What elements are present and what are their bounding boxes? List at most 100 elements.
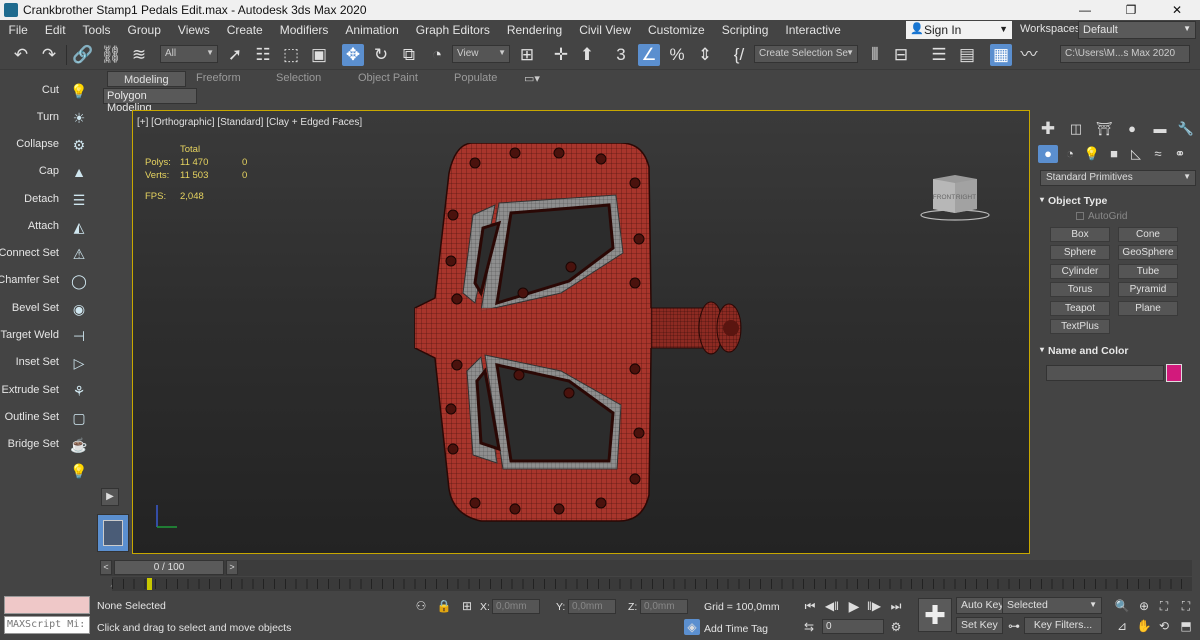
viewport-label[interactable]: [+] [Orthographic] [Standard] [Clay + Ed… bbox=[137, 117, 362, 128]
mirror-icon[interactable]: ⫴ bbox=[864, 44, 886, 66]
curve-editor-icon[interactable]: 〰 bbox=[1018, 44, 1040, 66]
object-name-input[interactable] bbox=[1046, 365, 1164, 381]
view-cube-right[interactable]: RIGHT bbox=[956, 194, 976, 201]
tool-cut[interactable]: Cut 💡 bbox=[0, 80, 93, 102]
undo-icon[interactable]: ↶ bbox=[10, 44, 32, 66]
x-coordinate-input[interactable]: 0,0mm bbox=[492, 599, 540, 614]
zoom-extents-icon[interactable]: ⛶ bbox=[1156, 598, 1172, 614]
tool-collapse[interactable]: Collapse ⚙ bbox=[0, 134, 93, 156]
spinner-snap-icon[interactable]: ⇕ bbox=[694, 44, 716, 66]
selection-filter-dropdown[interactable]: All ▼ bbox=[160, 45, 218, 63]
torus-button[interactable]: Torus bbox=[1050, 282, 1110, 297]
tool-turn[interactable]: Turn ☀ bbox=[0, 107, 93, 129]
play-icon[interactable]: ▶ bbox=[846, 598, 862, 614]
menu-graph-editors[interactable]: Graph Editors bbox=[407, 23, 498, 37]
add-time-tag-icon[interactable]: ◈ bbox=[684, 619, 700, 635]
menu-animation[interactable]: Animation bbox=[337, 23, 407, 37]
zoom-all-icon[interactable]: ⊕ bbox=[1136, 598, 1152, 614]
object-color-swatch[interactable] bbox=[1166, 364, 1182, 382]
sphere-button[interactable]: Sphere bbox=[1050, 245, 1110, 260]
key-mode-dropdown[interactable]: Selected ▼ bbox=[1002, 597, 1102, 614]
menu-tools[interactable]: Tools bbox=[74, 23, 119, 37]
tube-button[interactable]: Tube bbox=[1118, 264, 1178, 279]
geometry-icon[interactable]: ● bbox=[1038, 145, 1058, 163]
menu-scripting[interactable]: Scripting bbox=[713, 23, 777, 37]
tool-inset-set[interactable]: Inset Set ▷ bbox=[0, 352, 93, 374]
lights-icon[interactable]: 💡 bbox=[1082, 145, 1102, 163]
tool-connect-set[interactable]: Connect Set ⚠ bbox=[0, 243, 93, 265]
maxscript-listener-output[interactable] bbox=[4, 596, 90, 614]
menu-rendering[interactable]: Rendering bbox=[498, 23, 570, 37]
rectangular-selection-icon[interactable]: ⬚ bbox=[280, 44, 302, 66]
add-time-tag-label[interactable]: Add Time Tag bbox=[704, 623, 768, 635]
tab-populate[interactable]: Populate bbox=[454, 72, 497, 84]
zoom-icon[interactable]: 🔍 bbox=[1114, 598, 1130, 614]
z-coordinate-input[interactable]: 0,0mm bbox=[640, 599, 688, 614]
polygon-modeling-panel[interactable]: Polygon Modeling bbox=[103, 88, 197, 114]
tab-modeling[interactable]: Modeling bbox=[107, 71, 186, 87]
maximize-button[interactable]: ❐ bbox=[1108, 3, 1154, 17]
motion-tab-icon[interactable]: ● bbox=[1122, 120, 1142, 138]
select-object-icon[interactable]: ➚ bbox=[224, 44, 246, 66]
select-and-move-icon[interactable]: ✥ bbox=[342, 44, 364, 66]
select-by-name-icon[interactable]: ☷ bbox=[252, 44, 274, 66]
cone-button[interactable]: Cone bbox=[1118, 227, 1178, 242]
menu-interactive[interactable]: Interactive bbox=[777, 23, 849, 37]
layer-explorer-icon[interactable]: ▤ bbox=[956, 44, 978, 66]
view-cube[interactable]: FRONT RIGHT bbox=[919, 171, 991, 221]
expand-panel-button[interactable]: ▶ bbox=[101, 488, 119, 506]
toggle-ribbon-icon[interactable]: ▦ bbox=[990, 44, 1012, 66]
set-keys-button[interactable]: ✚ bbox=[918, 598, 952, 632]
geosphere-button[interactable]: GeoSphere bbox=[1118, 245, 1178, 260]
select-and-place-icon[interactable]: ◔ bbox=[426, 44, 448, 66]
reference-coordinate-dropdown[interactable]: View ▼ bbox=[452, 45, 510, 63]
key-filters-button[interactable]: Key Filters... bbox=[1024, 617, 1102, 634]
box-button[interactable]: Box bbox=[1050, 227, 1110, 242]
project-folder-dropdown[interactable]: C:\Users\M...s Max 2020 bbox=[1060, 45, 1190, 63]
field-of-view-icon[interactable]: ⊿ bbox=[1114, 618, 1130, 634]
pyramid-button[interactable]: Pyramid bbox=[1118, 282, 1178, 297]
menu-file[interactable]: File bbox=[0, 23, 36, 37]
cameras-icon[interactable]: ■ bbox=[1104, 145, 1124, 163]
edit-named-selection-icon[interactable]: {/ bbox=[728, 44, 750, 66]
shapes-icon[interactable]: ◔ bbox=[1060, 145, 1080, 163]
window-crossing-icon[interactable]: ▣ bbox=[308, 44, 330, 66]
menu-group[interactable]: Group bbox=[119, 23, 169, 37]
redo-icon[interactable]: ↷ bbox=[38, 44, 60, 66]
trackbar-current-frame[interactable] bbox=[147, 578, 152, 590]
autogrid-checkbox[interactable]: AutoGrid bbox=[1076, 211, 1127, 222]
sign-in-button[interactable]: 👤 Sign In ▼ bbox=[906, 21, 1012, 39]
view-cube-front[interactable]: FRONT bbox=[933, 194, 955, 201]
menu-edit[interactable]: Edit bbox=[36, 23, 74, 37]
tool-cap[interactable]: Cap ▲ bbox=[0, 161, 93, 183]
go-to-end-icon[interactable]: ⏭ bbox=[888, 598, 904, 614]
isolate-selection-icon[interactable]: ⚇ bbox=[413, 598, 429, 614]
align-icon[interactable]: ⊟ bbox=[890, 44, 912, 66]
tool-extra[interactable]: 💡 bbox=[0, 460, 93, 482]
go-to-start-icon[interactable]: ⏮ bbox=[802, 598, 818, 614]
hierarchy-tab-icon[interactable]: ⛩ bbox=[1094, 120, 1114, 138]
zoom-extents-all-icon[interactable]: ⛶ bbox=[1178, 598, 1194, 614]
close-button[interactable]: ✕ bbox=[1154, 3, 1200, 17]
tab-freeform[interactable]: Freeform bbox=[196, 72, 241, 84]
maximize-viewport-icon[interactable]: ⬒ bbox=[1178, 618, 1194, 634]
viewport-orthographic[interactable]: [+] [Orthographic] [Standard] [Clay + Ed… bbox=[132, 110, 1030, 554]
manipulate-icon[interactable]: ✛ bbox=[550, 44, 572, 66]
menu-modifiers[interactable]: Modifiers bbox=[271, 23, 337, 37]
menu-civil-view[interactable]: Civil View bbox=[571, 23, 640, 37]
tab-selection[interactable]: Selection bbox=[276, 72, 321, 84]
y-coordinate-input[interactable]: 0,0mm bbox=[568, 599, 616, 614]
named-selection-sets-dropdown[interactable]: Create Selection Se ▼ bbox=[754, 45, 858, 63]
current-frame-input[interactable]: 0 bbox=[822, 619, 884, 634]
time-configuration-icon[interactable]: ⚙ bbox=[888, 619, 904, 635]
absolute-mode-transform-icon[interactable]: ⊞ bbox=[459, 598, 475, 614]
workspaces-dropdown[interactable]: Default ▼ bbox=[1078, 21, 1196, 39]
textplus-button[interactable]: TextPlus bbox=[1050, 319, 1110, 334]
tool-detach[interactable]: Detach ☰ bbox=[0, 189, 93, 211]
ribbon-options-icon[interactable]: ▭▾ bbox=[524, 72, 540, 85]
key-filter-icon[interactable]: ⊶ bbox=[1006, 618, 1022, 634]
trackbar[interactable] bbox=[112, 577, 1192, 591]
pedal-mesh[interactable] bbox=[411, 143, 751, 523]
object-category-dropdown[interactable]: Standard Primitives ▼ bbox=[1040, 170, 1196, 186]
previous-frame-icon[interactable]: ◀‖ bbox=[824, 598, 840, 614]
